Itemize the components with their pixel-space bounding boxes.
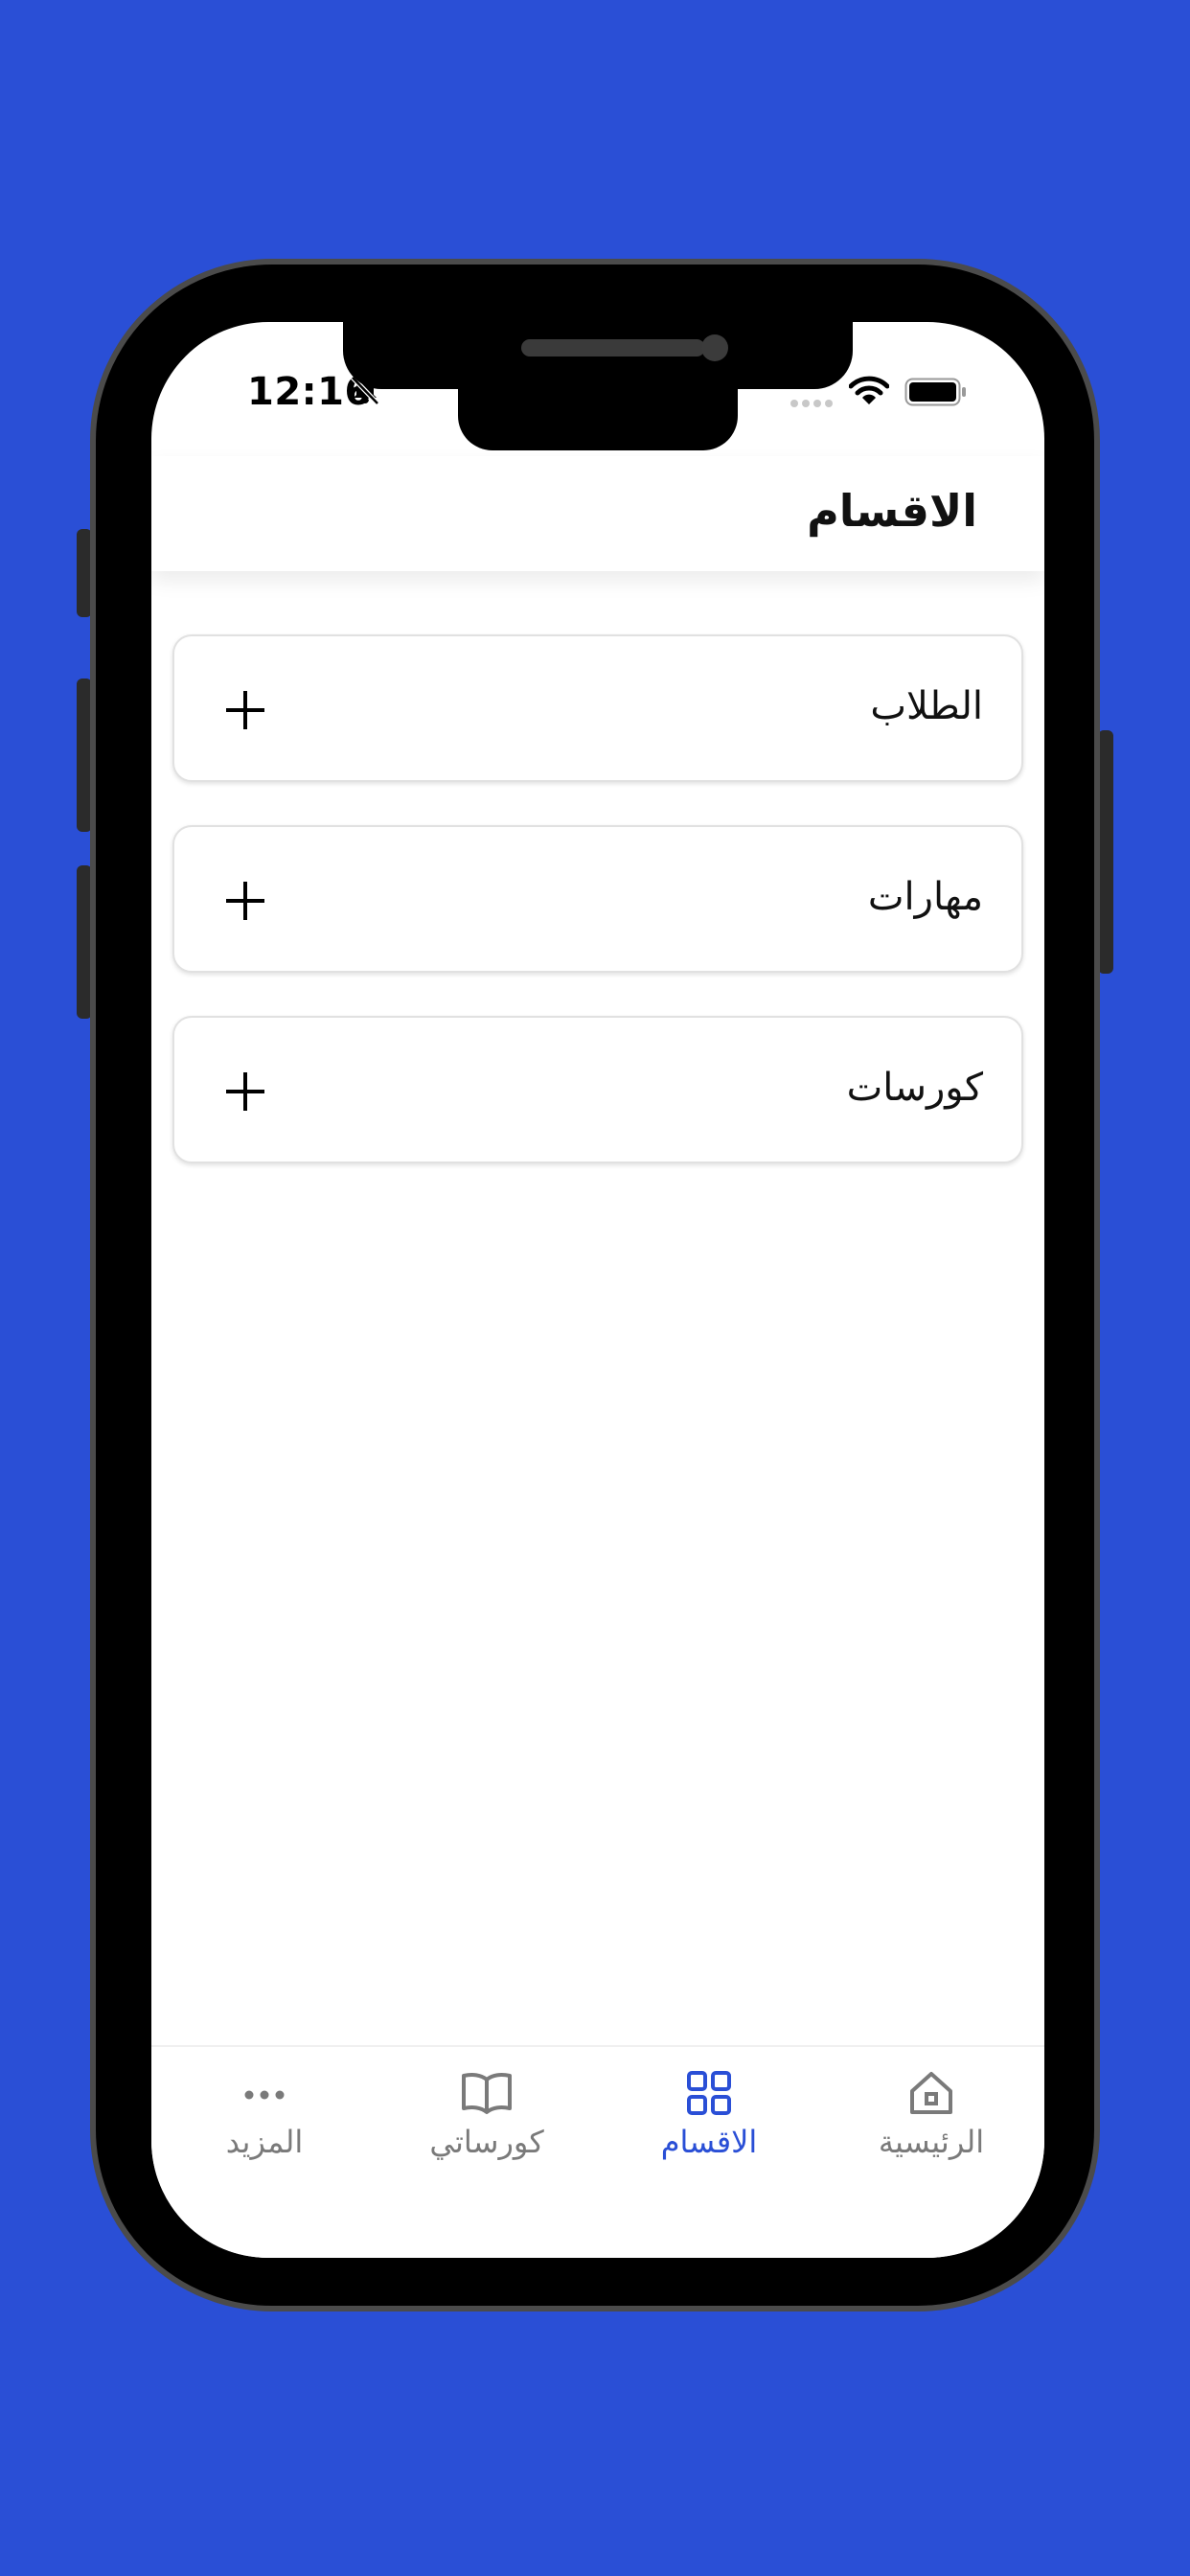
more-dots-icon — [244, 2090, 285, 2100]
earpiece-speaker — [521, 339, 705, 356]
bottom-tab-bar: الرئيسية الاقسام كورساتي المزيد — [151, 2045, 1044, 2258]
open-book-icon — [462, 2073, 512, 2114]
tab-home-label: الرئيسية — [878, 2124, 985, 2160]
tab-sections-label: الاقسام — [660, 2124, 758, 2160]
tab-sections[interactable]: الاقسام — [613, 2068, 805, 2183]
section-label: الطلاب — [870, 684, 983, 728]
wifi-icon — [849, 376, 889, 404]
phone-screen: 12:16 الاقسام الطلاب مهارات كورسات الرئي… — [151, 322, 1044, 2258]
cellular-signal-icon — [790, 400, 833, 407]
plus-icon[interactable] — [224, 880, 266, 922]
tab-my-courses-label: كورساتي — [429, 2124, 544, 2160]
power-button — [1098, 730, 1113, 974]
home-icon — [910, 2072, 952, 2114]
page-title: الاقسام — [807, 485, 977, 537]
plus-icon[interactable] — [224, 689, 266, 731]
section-card-skills[interactable]: مهارات — [172, 825, 1023, 973]
sections-list: الطلاب مهارات كورسات — [172, 634, 1023, 1207]
app-header: الاقسام — [151, 456, 1044, 571]
tab-my-courses[interactable]: كورساتي — [391, 2068, 583, 2183]
notch-lower — [458, 380, 738, 450]
front-camera — [701, 334, 728, 361]
plus-icon[interactable] — [224, 1070, 266, 1113]
section-label: مهارات — [867, 875, 983, 919]
tab-home[interactable]: الرئيسية — [835, 2068, 1027, 2183]
section-card-courses[interactable]: كورسات — [172, 1016, 1023, 1163]
section-label: كورسات — [846, 1066, 983, 1110]
section-card-students[interactable]: الطلاب — [172, 634, 1023, 782]
battery-icon — [904, 378, 966, 406]
tab-more[interactable]: المزيد — [169, 2068, 360, 2183]
grid-icon — [687, 2071, 731, 2115]
tab-more-label: المزيد — [225, 2124, 304, 2160]
